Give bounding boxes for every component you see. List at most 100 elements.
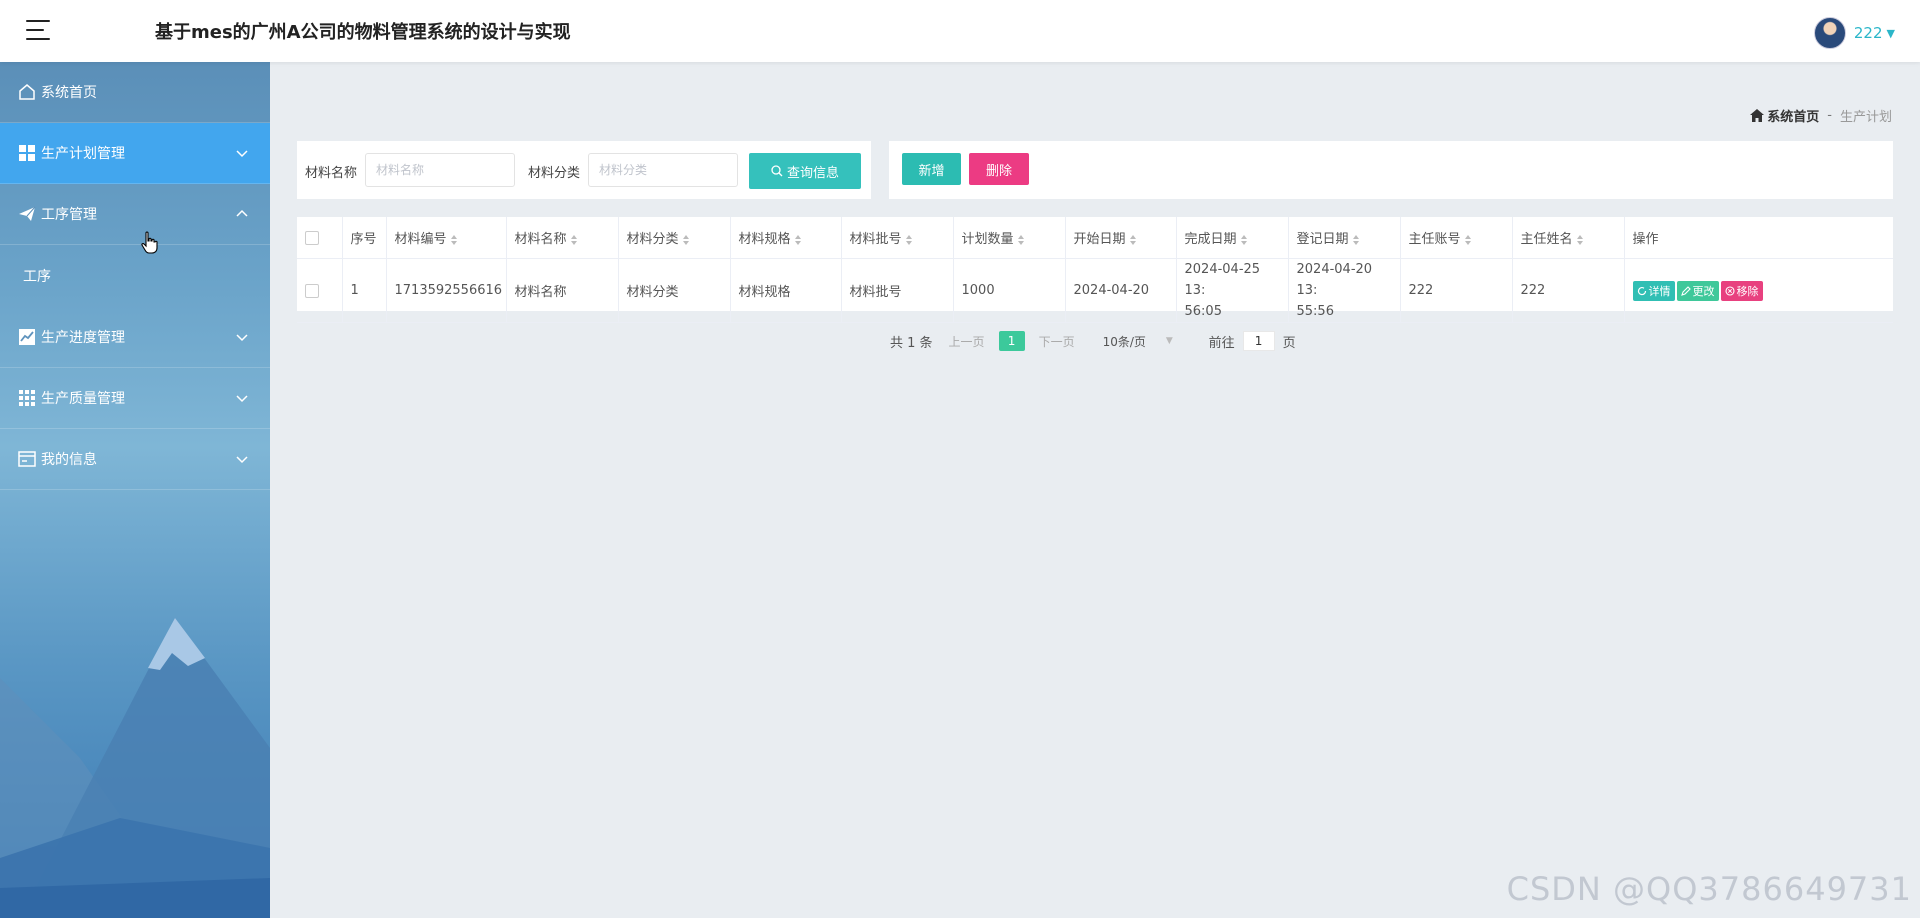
table-header-row: 序号 材料编号 材料名称 材料分类 材料规格 材料批号 计划数量 开始日期 完成… (297, 217, 1893, 259)
cell-index: 1 (342, 258, 387, 323)
pencil-icon (1680, 285, 1691, 296)
cell-director-account: 222 (1400, 258, 1513, 323)
sort-icon[interactable] (1129, 234, 1136, 245)
grid-icon (17, 143, 37, 163)
sidebar-subitem-process[interactable]: 工序 (0, 245, 270, 307)
sidebar-item-home[interactable]: 系统首页 (0, 62, 270, 123)
top-header: 基于mes的广州A公司的物料管理系统的设计与实现 222 ▼ (0, 0, 1920, 62)
column-header[interactable]: 主任账号 (1400, 217, 1513, 259)
app-title: 基于mes的广州A公司的物料管理系统的设计与实现 (155, 22, 571, 43)
user-name: 222 (1853, 24, 1883, 42)
action-panel: 新增 删除 (889, 141, 1893, 199)
watermark: CSDN @QQ3786649731 (1506, 870, 1912, 908)
menu-toggle-icon[interactable] (26, 20, 52, 42)
page-number-button[interactable]: 1 (998, 331, 1025, 351)
chevron-down-icon (236, 150, 248, 158)
remove-button[interactable]: 移除 (1720, 280, 1763, 301)
cell-start-date: 2024-04-20 (1065, 258, 1177, 323)
goto-label: 前往 (1208, 335, 1235, 351)
next-page-button[interactable]: 下一页 (1039, 333, 1075, 350)
sort-icon[interactable] (1464, 234, 1471, 245)
user-menu[interactable]: 222 ▼ (1813, 17, 1895, 49)
chevron-down-icon (236, 334, 248, 342)
sort-icon[interactable] (794, 234, 801, 245)
sidebar-item-process[interactable]: 工序管理 (0, 184, 270, 245)
column-header[interactable]: 计划数量 (953, 217, 1066, 259)
pagination: 共 1 条 上一页 1 下一页 10条/页 ▼ 前往 页 (890, 330, 1296, 352)
sidebar-item-label: 生产计划管理 (41, 146, 125, 162)
sort-icon[interactable] (682, 234, 689, 245)
search-icon (771, 165, 783, 177)
sort-icon[interactable] (1017, 234, 1024, 245)
add-button[interactable]: 新增 (902, 153, 961, 185)
material-category-label: 材料分类 (528, 166, 581, 181)
chevron-down-icon (236, 456, 248, 464)
column-header[interactable]: 材料编号 (386, 217, 507, 259)
paper-plane-icon (17, 204, 37, 224)
cell-director-name: 222 (1512, 258, 1625, 323)
sort-icon[interactable] (450, 234, 457, 245)
query-button[interactable]: 查询信息 (749, 153, 861, 189)
sidebar: 系统首页 生产计划管理 工序管理 工序 生产进度管理 生产质量管理 我的信息 (0, 62, 270, 918)
edit-button[interactable]: 更改 (1676, 280, 1719, 301)
chart-icon (17, 327, 37, 347)
sidebar-item-progress[interactable]: 生产进度管理 (0, 307, 270, 368)
column-header[interactable]: 材料批号 (841, 217, 954, 259)
cell-quantity: 1000 (953, 258, 1066, 323)
material-category-input[interactable] (588, 153, 738, 187)
column-header[interactable]: 开始日期 (1065, 217, 1177, 259)
column-header[interactable]: 主任姓名 (1512, 217, 1625, 259)
breadcrumb-current: 生产计划 (1839, 110, 1892, 125)
prev-page-button[interactable]: 上一页 (949, 333, 985, 350)
avatar (1813, 17, 1846, 49)
delete-button[interactable]: 删除 (969, 153, 1029, 185)
column-header[interactable]: 登记日期 (1288, 217, 1401, 259)
sidebar-item-quality[interactable]: 生产质量管理 (0, 368, 270, 429)
cell-name: 材料名称 (506, 258, 619, 323)
sort-icon[interactable] (1352, 234, 1359, 245)
sidebar-item-my-info[interactable]: 我的信息 (0, 429, 270, 490)
home-icon (17, 82, 37, 102)
detail-button[interactable]: 详情 (1632, 280, 1675, 301)
sidebar-item-label: 工序管理 (41, 207, 97, 223)
select-all-cell (297, 217, 343, 259)
column-header[interactable]: 材料规格 (730, 217, 842, 259)
row-checkbox[interactable] (305, 283, 319, 298)
column-header[interactable]: 材料名称 (506, 217, 619, 259)
refresh-icon (1637, 286, 1646, 295)
mountain-background (0, 618, 270, 918)
data-table: 序号 材料编号 材料名称 材料分类 材料规格 材料批号 计划数量 开始日期 完成… (297, 217, 1893, 323)
sidebar-item-label: 系统首页 (41, 85, 97, 101)
column-header[interactable]: 完成日期 (1176, 217, 1289, 259)
goto-page-input[interactable] (1242, 331, 1275, 351)
breadcrumb-separator: - (1827, 108, 1832, 123)
column-header[interactable]: 材料分类 (618, 217, 731, 259)
page-size-select[interactable]: 10条/页 ▼ (1103, 333, 1191, 350)
card-icon (17, 449, 37, 469)
column-header: 操作 (1624, 217, 1893, 259)
sort-icon[interactable] (570, 234, 577, 245)
cell-batch: 材料批号 (841, 258, 954, 323)
material-name-label: 材料名称 (305, 166, 358, 181)
close-circle-icon (1724, 285, 1735, 296)
chevron-down-icon: ▼ (1165, 336, 1173, 346)
sort-icon[interactable] (1576, 234, 1583, 245)
sidebar-item-label: 生产质量管理 (41, 391, 125, 407)
breadcrumb: 系统首页 - 生产计划 (1750, 106, 1892, 125)
sidebar-item-production-plan[interactable]: 生产计划管理 (0, 123, 270, 184)
page-suffix-label: 页 (1282, 335, 1296, 351)
breadcrumb-home[interactable]: 系统首页 (1750, 106, 1819, 125)
search-panel: 材料名称 材料分类 查询信息 (297, 141, 871, 199)
cell-operations: 详情 更改 移除 (1624, 258, 1893, 323)
row-select-cell (297, 258, 343, 323)
sort-icon[interactable] (905, 234, 912, 245)
grid-icon (17, 388, 37, 408)
select-all-checkbox[interactable] (305, 230, 319, 245)
table-row: 1 1713592556616 材料名称 材料分类 材料规格 材料批号 1000… (297, 258, 1893, 323)
caret-down-icon: ▼ (1886, 26, 1895, 40)
sort-icon[interactable] (1240, 234, 1247, 245)
material-name-input[interactable] (365, 153, 515, 187)
cell-register-date: 2024-04-20 13: 55:56 (1288, 258, 1401, 323)
home-icon (1750, 109, 1765, 122)
pagination-total: 共 1 条 (890, 335, 933, 351)
